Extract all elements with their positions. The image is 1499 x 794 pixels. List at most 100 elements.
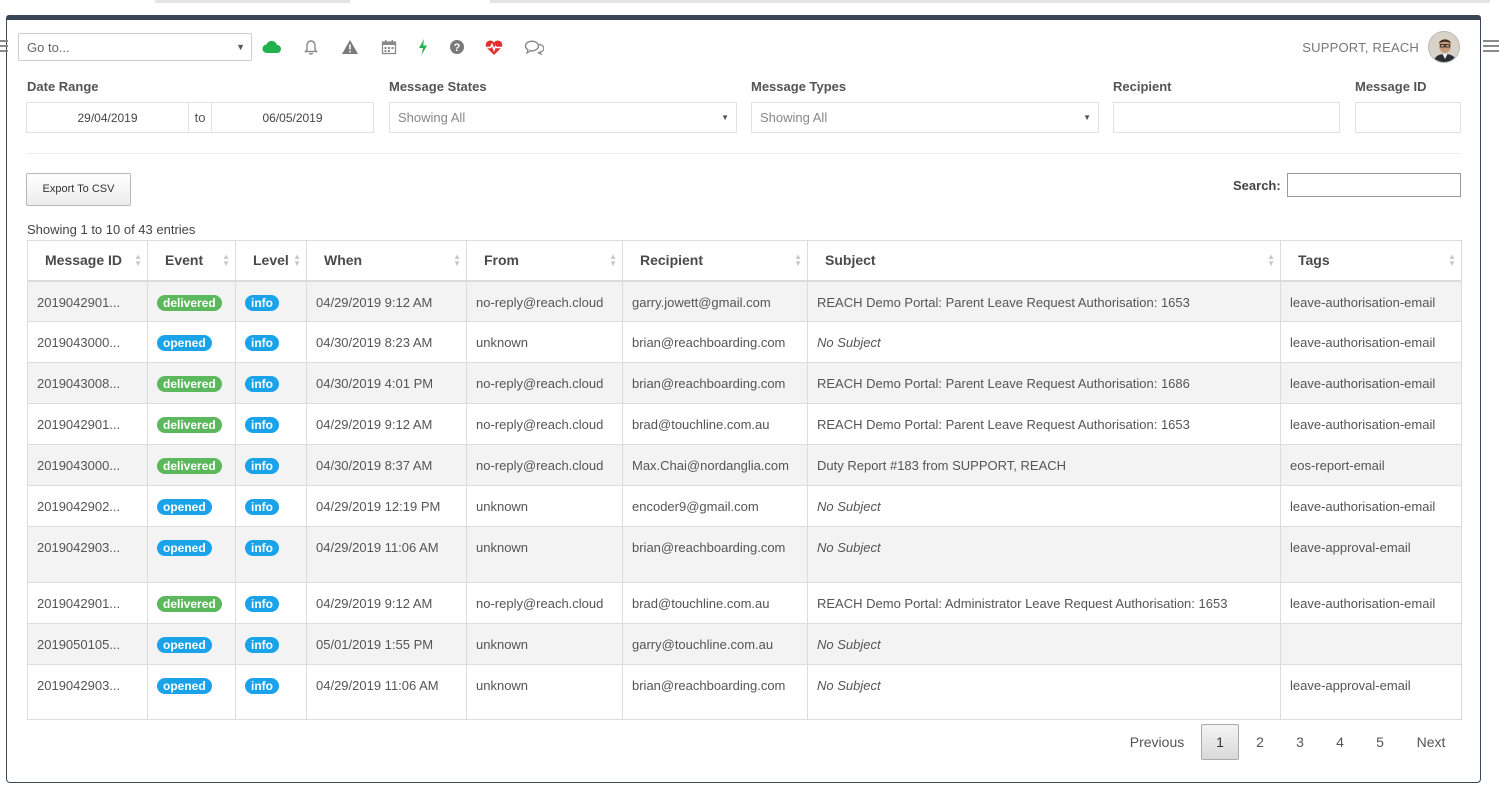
event-badge: opened (157, 678, 212, 694)
cell-when: 04/29/2019 9:12 AM (306, 582, 467, 624)
left-menu-icon[interactable] (0, 40, 8, 54)
column-header-subject[interactable]: Subject ▲ ▼ (807, 240, 1281, 282)
cell-event: delivered (147, 362, 236, 404)
export-csv-button[interactable]: Export To CSV (26, 173, 131, 206)
chevron-down-icon: ▼ (1083, 113, 1091, 122)
cloud-icon[interactable] (262, 37, 282, 57)
heartbeat-icon[interactable] (484, 37, 504, 57)
goto-select[interactable]: Go to... ▼ (18, 33, 252, 61)
bell-icon[interactable] (301, 37, 321, 57)
pagination-next[interactable]: Next (1404, 724, 1458, 760)
cell-when: 04/29/2019 11:06 AM (306, 526, 467, 583)
cell-when: 04/30/2019 4:01 PM (306, 362, 467, 404)
recipient-input[interactable] (1113, 102, 1340, 133)
cell-level: info (235, 485, 307, 527)
message-types-select[interactable]: Showing All ▼ (751, 102, 1099, 133)
chat-icon[interactable] (524, 37, 544, 57)
cell-subject: No Subject (807, 664, 1281, 720)
tab-strip-segment (490, 0, 1490, 3)
calendar-icon[interactable] (379, 37, 399, 57)
cell-from: no-reply@reach.cloud (466, 403, 623, 445)
cell-message-id: 2019042901... (27, 403, 148, 445)
pagination-page-4[interactable]: 4 (1321, 724, 1359, 760)
table-row[interactable]: 2019042903... opened info 04/29/2019 11:… (27, 664, 1462, 720)
table-row[interactable]: 2019042901... delivered info 04/29/2019 … (27, 403, 1462, 445)
pagination-page-5[interactable]: 5 (1361, 724, 1399, 760)
event-badge: delivered (157, 596, 222, 612)
level-badge: info (245, 376, 279, 392)
column-header-label: When (324, 252, 363, 269)
level-badge: info (245, 678, 279, 694)
column-header-tags[interactable]: Tags ▲ ▼ (1280, 240, 1462, 282)
cell-recipient: garry.jowett@gmail.com (622, 280, 808, 322)
svg-text:?: ? (454, 42, 461, 54)
column-header-label: From (484, 252, 519, 269)
cell-message-id: 2019042902... (27, 485, 148, 527)
table-row[interactable]: 2019042901... delivered info 04/29/2019 … (27, 582, 1462, 624)
cell-tags: leave-approval-email (1280, 526, 1462, 583)
cell-recipient: brian@reachboarding.com (622, 664, 808, 720)
cell-event: opened (147, 526, 236, 583)
table-row[interactable]: 2019042902... opened info 04/29/2019 12:… (27, 485, 1462, 527)
event-badge: delivered (157, 458, 222, 474)
cell-tags: leave-authorisation-email (1280, 403, 1462, 445)
sort-icon: ▲ ▼ (222, 252, 230, 268)
message-id-input[interactable] (1355, 102, 1461, 133)
cell-from: unknown (466, 321, 623, 363)
sort-icon: ▲ ▼ (293, 252, 301, 268)
table-row[interactable]: 2019043000... delivered info 04/30/2019 … (27, 444, 1462, 486)
date-to-value: 06/05/2019 (262, 110, 323, 125)
pagination-page-3[interactable]: 3 (1281, 724, 1319, 760)
message-states-select[interactable]: Showing All ▼ (389, 102, 737, 133)
warning-icon[interactable] (340, 37, 360, 57)
column-header-from[interactable]: From ▲ ▼ (466, 240, 623, 282)
column-header-level[interactable]: Level ▲ ▼ (235, 240, 307, 282)
column-header-event[interactable]: Event ▲ ▼ (147, 240, 236, 282)
top-strip (0, 0, 1499, 14)
cell-subject: REACH Demo Portal: Parent Leave Request … (807, 403, 1281, 445)
date-from-input[interactable]: 29/04/2019 (26, 102, 189, 133)
cell-message-id: 2019042901... (27, 582, 148, 624)
search-input[interactable] (1287, 173, 1461, 197)
cell-when: 04/29/2019 9:12 AM (306, 403, 467, 445)
pagination-page-2[interactable]: 2 (1241, 724, 1279, 760)
cell-when: 04/29/2019 12:19 PM (306, 485, 467, 527)
date-range-label: Date Range (27, 79, 99, 94)
cell-level: info (235, 664, 307, 720)
table-row[interactable]: 2019042901... delivered info 04/29/2019 … (27, 280, 1462, 322)
column-header-when[interactable]: When ▲ ▼ (306, 240, 467, 282)
cell-level: info (235, 321, 307, 363)
cell-recipient: brad@touchline.com.au (622, 582, 808, 624)
cell-event: delivered (147, 582, 236, 624)
cell-recipient: Max.Chai@nordanglia.com (622, 444, 808, 486)
user-name[interactable]: SUPPORT, REACH (1302, 40, 1419, 55)
column-header-message-id[interactable]: Message ID ▲ ▼ (27, 240, 148, 282)
table-row[interactable]: 2019050105... opened info 05/01/2019 1:5… (27, 623, 1462, 665)
table-row[interactable]: 2019043008... delivered info 04/30/2019 … (27, 362, 1462, 404)
lightning-icon[interactable] (413, 37, 433, 57)
table-row[interactable]: 2019043000... opened info 04/30/2019 8:2… (27, 321, 1462, 363)
cell-from: unknown (466, 526, 623, 583)
date-to-input[interactable]: 06/05/2019 (211, 102, 374, 133)
level-badge: info (245, 294, 279, 311)
event-badge: opened (157, 335, 212, 351)
cell-from: no-reply@reach.cloud (466, 582, 623, 624)
cell-message-id: 2019042901... (27, 280, 148, 322)
search-label: Search: (1233, 178, 1281, 193)
tab-strip-segment (155, 0, 350, 3)
avatar[interactable] (1428, 31, 1460, 63)
sort-icon: ▲ ▼ (134, 252, 142, 268)
help-icon[interactable]: ? (447, 37, 467, 57)
cell-event: opened (147, 623, 236, 665)
column-header-recipient[interactable]: Recipient ▲ ▼ (622, 240, 808, 282)
pagination-page-1[interactable]: 1 (1201, 724, 1239, 760)
cell-tags: leave-authorisation-email (1280, 321, 1462, 363)
pagination-previous[interactable]: Previous (1120, 724, 1194, 760)
event-badge: opened (157, 637, 212, 653)
cell-subject: REACH Demo Portal: Parent Leave Request … (807, 362, 1281, 404)
table-row[interactable]: 2019042903... opened info 04/29/2019 11:… (27, 526, 1462, 583)
event-badge: opened (157, 540, 212, 556)
cell-subject: No Subject (807, 321, 1281, 363)
right-menu-icon[interactable] (1483, 40, 1499, 54)
cell-subject: REACH Demo Portal: Parent Leave Request … (807, 280, 1281, 322)
